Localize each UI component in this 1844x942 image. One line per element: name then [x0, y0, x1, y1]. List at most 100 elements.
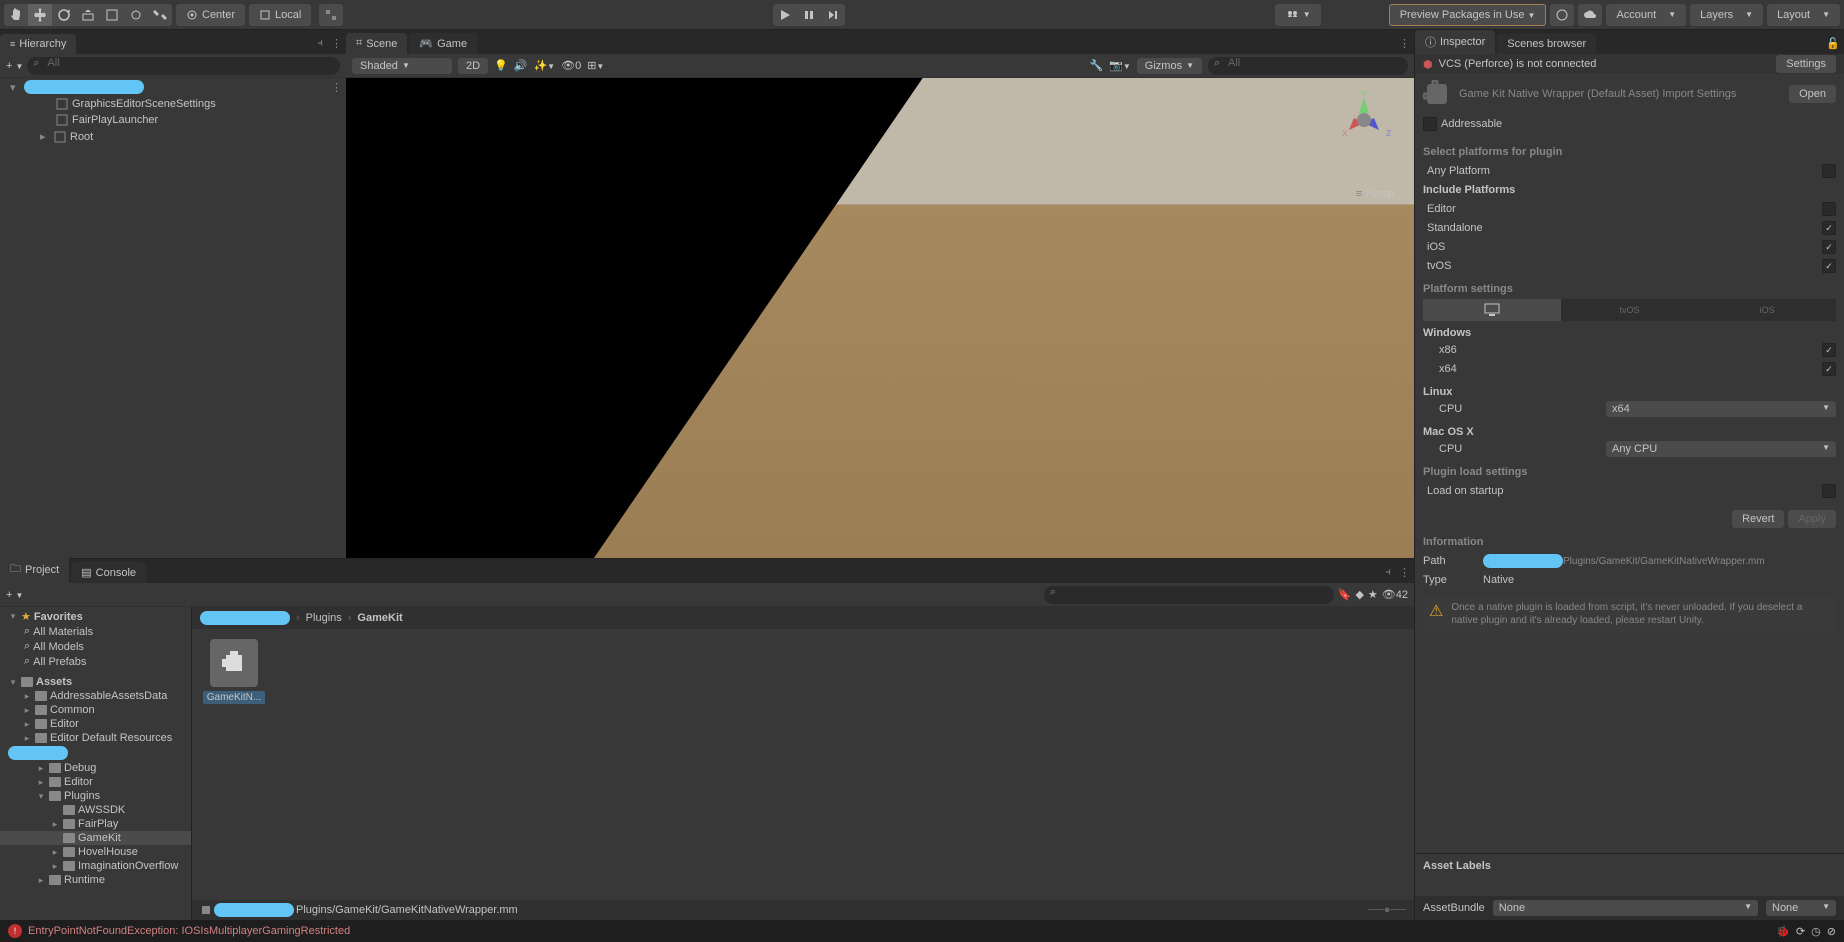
x64-checkbox[interactable]: ✓: [1822, 362, 1836, 376]
apply-button[interactable]: Apply: [1788, 510, 1836, 528]
platform-tab-standalone[interactable]: [1423, 299, 1561, 321]
open-button[interactable]: Open: [1789, 85, 1836, 103]
hierarchy-item[interactable]: GraphicsEditorSceneSettings: [0, 96, 346, 112]
custom-tool[interactable]: [148, 4, 172, 26]
x86-checkbox[interactable]: ✓: [1822, 343, 1836, 357]
platform-checkbox[interactable]: [1822, 202, 1836, 216]
hand-tool[interactable]: [4, 4, 28, 26]
camera-icon[interactable]: 📷▼: [1109, 59, 1131, 72]
project-tree-item[interactable]: ▸HovelHouse: [0, 845, 191, 859]
move-tool[interactable]: [28, 4, 52, 26]
scene-search[interactable]: All: [1208, 57, 1408, 75]
projection-label[interactable]: ≡ Persp: [1356, 188, 1394, 200]
linux-cpu-dropdown[interactable]: x64▼: [1606, 401, 1836, 417]
collab-dropdown[interactable]: ▼: [1275, 4, 1321, 26]
layout-dropdown[interactable]: Layout▼: [1767, 4, 1840, 26]
platform-tab-tvos[interactable]: tvOS: [1561, 299, 1699, 321]
scale-tool[interactable]: [76, 4, 100, 26]
maximize-icon[interactable]: ⫞: [314, 33, 328, 54]
orientation-gizmo[interactable]: y x z: [1334, 88, 1394, 158]
favorites-header[interactable]: ▾★Favorites: [0, 609, 191, 624]
project-tree-item[interactable]: ▸FairPlay: [0, 817, 191, 831]
breadcrumb-item[interactable]: GameKit: [357, 612, 402, 624]
assetbundle-dropdown[interactable]: None▼: [1493, 900, 1758, 916]
game-tab[interactable]: 🎮Game: [409, 33, 477, 54]
platform-tab-ios[interactable]: iOS: [1698, 299, 1836, 321]
assetbundle-variant-dropdown[interactable]: None▼: [1766, 900, 1836, 916]
tools-icon[interactable]: 🔧: [1089, 59, 1103, 72]
layers-dropdown[interactable]: Layers▼: [1690, 4, 1763, 26]
project-tree-item[interactable]: ▸Editor Default Resources: [0, 731, 191, 745]
project-tree-item[interactable]: ▸Runtime: [0, 873, 191, 887]
project-tree-item[interactable]: AWSSDK: [0, 803, 191, 817]
project-tree-item[interactable]: ▸ImaginationOverflow: [0, 859, 191, 873]
status-icon[interactable]: ◷: [1811, 925, 1821, 938]
panel-menu-icon[interactable]: ⋮: [1395, 33, 1414, 54]
load-startup-checkbox[interactable]: [1822, 484, 1836, 498]
shading-dropdown[interactable]: Shaded▼: [352, 58, 452, 74]
grid-icon[interactable]: ⊞▼: [587, 59, 604, 72]
addressable-checkbox[interactable]: [1423, 117, 1437, 131]
account-dropdown[interactable]: Account▼: [1606, 4, 1686, 26]
hierarchy-item[interactable]: FairPlayLauncher: [0, 112, 346, 128]
hidden-icon[interactable]: 👁0: [561, 59, 581, 72]
pause-button[interactable]: [797, 4, 821, 26]
pivot-toggle[interactable]: Center: [176, 4, 245, 26]
filter-type-icon[interactable]: ◆: [1355, 588, 1363, 601]
fx-icon[interactable]: ✨▼: [533, 59, 555, 72]
gizmos-dropdown[interactable]: Gizmos▼: [1137, 58, 1202, 74]
panel-menu-icon[interactable]: ⋮: [327, 33, 346, 54]
status-bar[interactable]: ! EntryPointNotFoundException: IOSIsMult…: [0, 920, 1844, 942]
scene-root[interactable]: ▾ ⋮: [0, 78, 346, 96]
project-tree-item[interactable]: ▸Editor: [0, 717, 191, 731]
platform-checkbox[interactable]: ✓: [1822, 221, 1836, 235]
project-tree-item[interactable]: ▸AddressableAssetsData: [0, 689, 191, 703]
hierarchy-search[interactable]: All: [27, 57, 340, 75]
transform-tool[interactable]: [124, 4, 148, 26]
panel-menu-icon[interactable]: ⋮: [1395, 562, 1414, 583]
create-dropdown[interactable]: + ▼: [6, 60, 23, 72]
play-button[interactable]: [773, 4, 797, 26]
favorite-item[interactable]: ⌕ All Models: [0, 639, 191, 654]
project-tree-item[interactable]: ▸Common: [0, 703, 191, 717]
asset-item[interactable]: GameKitN...: [202, 639, 266, 703]
favorite-icon[interactable]: ★: [1368, 588, 1378, 601]
snap-toggle[interactable]: [319, 4, 343, 26]
filter-icon[interactable]: 🔖: [1338, 588, 1352, 601]
project-tab[interactable]: 🗀Project: [0, 556, 69, 583]
favorite-item[interactable]: ⌕ All Materials: [0, 624, 191, 639]
create-dropdown[interactable]: + ▼: [6, 589, 23, 601]
project-search[interactable]: [1044, 586, 1334, 604]
hierarchy-tab[interactable]: ≡Hierarchy: [0, 34, 76, 54]
2d-toggle[interactable]: 2D: [458, 58, 488, 74]
hidden-count[interactable]: 👁42: [1382, 588, 1408, 601]
project-tree-item[interactable]: ▸Debug: [0, 761, 191, 775]
light-icon[interactable]: 💡: [494, 59, 508, 72]
project-tree-item[interactable]: GameKit: [0, 831, 191, 845]
asset-grid[interactable]: GameKitN...: [192, 629, 1414, 900]
status-icon[interactable]: 🐞: [1776, 925, 1790, 938]
console-tab[interactable]: ▤Console: [71, 562, 146, 583]
lock-icon[interactable]: 🔓: [1822, 33, 1844, 54]
project-tree-item[interactable]: ▸Editor: [0, 775, 191, 789]
status-icon[interactable]: ⟳: [1796, 925, 1805, 938]
breadcrumb-item[interactable]: Plugins: [306, 612, 342, 624]
rect-tool[interactable]: [100, 4, 124, 26]
any-platform-checkbox[interactable]: [1822, 164, 1836, 178]
project-tree-item[interactable]: ▾Plugins: [0, 789, 191, 803]
favorite-item[interactable]: ⌕ All Prefabs: [0, 654, 191, 669]
rotate-tool[interactable]: [52, 4, 76, 26]
services-icon[interactable]: [1550, 4, 1574, 26]
handle-toggle[interactable]: Local: [249, 4, 311, 26]
vcs-settings-button[interactable]: Settings: [1776, 55, 1836, 73]
platform-checkbox[interactable]: ✓: [1822, 259, 1836, 273]
cloud-icon[interactable]: [1578, 4, 1602, 26]
platform-checkbox[interactable]: ✓: [1822, 240, 1836, 254]
inspector-tab[interactable]: ⓘInspector: [1415, 30, 1495, 54]
maximize-icon[interactable]: ⫞: [1382, 562, 1396, 583]
scene-tab[interactable]: ⌗Scene: [346, 33, 407, 54]
audio-icon[interactable]: 🔊: [514, 59, 528, 72]
hierarchy-item[interactable]: ▸Root: [0, 128, 346, 145]
preview-packages-button[interactable]: Preview Packages in Use ▼: [1389, 4, 1547, 26]
assets-header[interactable]: ▾Assets: [0, 675, 191, 689]
